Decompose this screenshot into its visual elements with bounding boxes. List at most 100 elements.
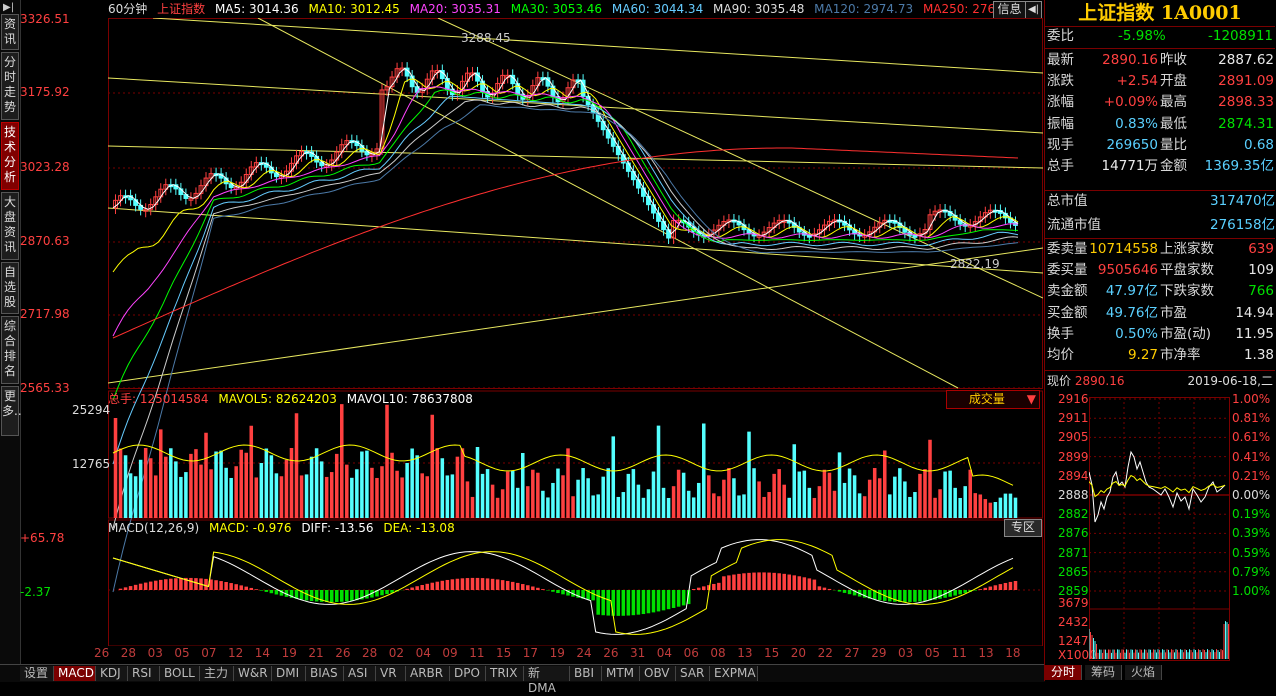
info-button[interactable]: 信息 — [993, 1, 1026, 19]
book-value: 10714558 — [1089, 241, 1158, 257]
indicator-tab-dpo[interactable]: DPO — [450, 666, 486, 681]
price-axis-label: 2870.63 — [20, 234, 70, 248]
tab-technical-analysis[interactable]: 技术分析 — [1, 122, 19, 190]
stat-value: 0.68 — [1243, 136, 1274, 153]
intraday-vol-label: 3679 — [1058, 596, 1089, 610]
stat-value: 2887.62 — [1218, 52, 1274, 68]
indicator-tab-vr[interactable]: VR — [376, 666, 406, 681]
moving-averages — [112, 67, 1019, 593]
date-axis-label: 29 — [871, 646, 887, 660]
stat-label: 最高 — [1160, 94, 1187, 111]
tab-news[interactable]: 资讯 — [1, 14, 19, 50]
stat-label: 最新 — [1047, 52, 1074, 68]
volume-axis-top: 25294 — [72, 403, 111, 417]
book-label: 委卖量 — [1047, 241, 1088, 257]
date-axis-label: 21 — [308, 646, 324, 660]
macd-histogram — [112, 539, 1018, 635]
price-axis-label: 3326.51 — [20, 12, 70, 26]
macd-axis-mid: -2.37 — [20, 585, 52, 599]
date-axis-label: 11 — [951, 646, 967, 660]
macd-title: MACD(12,26,9) — [108, 521, 200, 535]
indicator-tab-arbr[interactable]: ARBR — [406, 666, 450, 681]
tab-ranking[interactable]: 综合排名 — [1, 316, 19, 384]
index-name: 上证指数 — [157, 2, 206, 16]
indicator-tab-设置[interactable]: 设置 — [20, 666, 54, 681]
indicator-tab-expma[interactable]: EXPMA — [710, 666, 758, 681]
chart-canvas[interactable]: 3288.45 2822.19 — [108, 18, 1043, 646]
date-axis-label: 13 — [737, 646, 753, 660]
tab-market-news[interactable]: 大盘资讯 — [1, 192, 19, 260]
date-axis-label: 08 — [710, 646, 726, 660]
low-annotation: 2822.19 — [950, 257, 1000, 271]
stat-label: 涨跌 — [1047, 73, 1074, 90]
book-value: 0.50% — [1115, 325, 1158, 342]
indicator-tab-bbi[interactable]: BBI — [570, 666, 602, 681]
date-axis-label: 04 — [656, 646, 673, 660]
indicator-tab-bias[interactable]: BIAS — [306, 666, 344, 681]
book-label: 市盈(动) — [1160, 325, 1212, 342]
intraday-price-label: 2905 — [1058, 430, 1089, 445]
quote-tab-2[interactable]: 火焰 — [1125, 665, 1163, 680]
indicator-tab-新dma[interactable]: 新DMA — [524, 666, 570, 695]
ma10-label: MA10: 3012.45 — [308, 2, 400, 16]
indicator-tab-trix[interactable]: TRIX — [486, 666, 524, 681]
now-label: 现价 — [1047, 374, 1072, 388]
tab-intraday[interactable]: 分时走势 — [1, 52, 19, 120]
stat-value: 269650 — [1106, 136, 1158, 153]
indicator-tab-kdj[interactable]: KDJ — [96, 666, 128, 681]
date-axis-label: 13 — [978, 646, 994, 660]
date-axis-label: 27 — [844, 646, 860, 660]
intraday-chart[interactable] — [1089, 397, 1231, 661]
stat-label: 量比 — [1160, 136, 1187, 153]
indicator-tab-boll[interactable]: BOLL — [160, 666, 200, 681]
quote-tab-1[interactable]: 筹码 — [1085, 665, 1123, 680]
ma90-label: MA90: 3035.48 — [713, 2, 805, 16]
indicator-tab-macd[interactable]: MACD — [54, 666, 96, 681]
stat-label: 总手 — [1047, 158, 1074, 174]
weibi-value: -5.98% — [1118, 28, 1166, 44]
date-axis-label: 31 — [630, 646, 646, 660]
intraday-vol-label: 2432 — [1058, 615, 1089, 629]
window-expand-icon[interactable]: ◀| — [1025, 1, 1042, 19]
intraday-pct-label: 0.19% — [1232, 507, 1271, 522]
intraday-price-label: 2911 — [1058, 411, 1089, 426]
intraday-pct-label: 0.00% — [1232, 488, 1271, 502]
stat-label: 开盘 — [1160, 73, 1187, 90]
macd-header: MACD(12,26,9) MACD: -0.976 DIFF: -13.56 … — [108, 520, 461, 536]
tab-watchlist[interactable]: 自选股 — [1, 262, 19, 314]
date-axis-label: 05 — [924, 646, 941, 660]
indicator-tab-asi[interactable]: ASI — [344, 666, 376, 681]
book-value: 766 — [1248, 283, 1274, 300]
book-label: 上涨家数 — [1160, 241, 1214, 257]
tab-more[interactable]: 更多.. — [1, 386, 22, 436]
book-label: 下跌家数 — [1160, 283, 1214, 300]
quote-tab-0[interactable]: 分时 — [1045, 665, 1083, 680]
zone-button[interactable]: 专区 — [1004, 519, 1042, 537]
indicator-tab-主力[interactable]: 主力 — [200, 666, 234, 681]
indicator-tab-obv[interactable]: OBV — [640, 666, 676, 681]
float-cap-value: 276158亿 — [1210, 217, 1276, 233]
volume-bars — [112, 404, 1018, 518]
date-axis-label: 17 — [522, 646, 539, 660]
diff-value: DIFF: -13.56 — [301, 521, 374, 535]
volume-axis-mid: 12765 — [72, 457, 111, 471]
date-axis-label: 19 — [549, 646, 565, 660]
indicator-tab-mtm[interactable]: MTM — [602, 666, 640, 681]
collapse-left-icon[interactable]: ▶| — [3, 2, 14, 13]
macd-value: MACD: -0.976 — [208, 521, 292, 535]
weicha-value: -1208911 — [1208, 28, 1273, 44]
indicator-tab-w&r[interactable]: W&R — [234, 666, 272, 681]
indicator-tab-sar[interactable]: SAR — [676, 666, 710, 681]
divider — [1045, 370, 1275, 371]
intraday-price-label: 2888 — [1058, 488, 1089, 502]
book-label: 卖金额 — [1047, 283, 1088, 300]
intraday-pct-label: 1.00% — [1232, 584, 1271, 598]
indicator-tab-rsi[interactable]: RSI — [128, 666, 160, 681]
indicator-select[interactable]: 成交量 ▼ — [946, 390, 1040, 409]
stat-value: 0.83% — [1115, 115, 1158, 132]
weibi-label: 委比 — [1047, 28, 1074, 44]
intraday-header: 现价 2890.16 2019-06-18,二 — [1047, 372, 1275, 390]
indicator-tab-dmi[interactable]: DMI — [272, 666, 306, 681]
price-axis-label: 3175.92 — [20, 85, 70, 99]
book-value: 49.76亿 — [1105, 304, 1158, 321]
